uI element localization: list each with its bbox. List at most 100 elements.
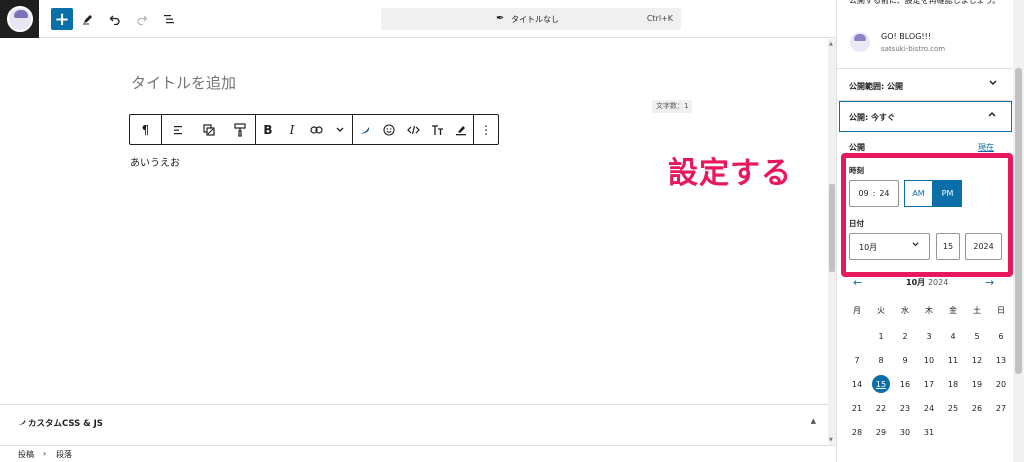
month-select[interactable]: 10月 [849, 233, 930, 260]
block-options-icon[interactable]: ⋮ [474, 115, 498, 144]
editor-scrollbar[interactable]: ▲ ▼ [828, 39, 836, 445]
weekday-header: 土 [973, 305, 981, 315]
calendar-day[interactable]: 21 [845, 396, 869, 420]
text-size-icon[interactable] [425, 115, 449, 144]
swell-format-icon[interactable] [353, 115, 377, 144]
time-input[interactable]: 09 : 24 [849, 180, 899, 207]
weekday-header: 日 [997, 305, 1005, 315]
document-overview-icon[interactable] [158, 8, 180, 30]
publish-date-panel-toggle[interactable]: 公開: 今すぐ [839, 101, 1012, 132]
weekday-header: 金 [949, 305, 957, 315]
visibility-panel-toggle[interactable]: 公開範囲: 公開 [837, 68, 1013, 101]
calendar-day-selected[interactable]: 15 [869, 372, 893, 396]
add-block-button[interactable]: + [51, 8, 73, 30]
breadcrumb-post[interactable]: 投稿 [18, 449, 34, 460]
next-month-arrow-icon[interactable]: → [985, 276, 994, 289]
day-input[interactable]: 15 [936, 233, 960, 260]
sidebar-scrollbar-thumb[interactable] [1015, 68, 1022, 374]
author-site: satsuki-bistro.com [881, 45, 946, 53]
calendar-day[interactable]: 6 [989, 324, 1013, 348]
calendar-day[interactable]: 30 [893, 420, 917, 444]
block-toolbar: ¶ B I ⋮ [129, 114, 499, 145]
metabox-toggle-icon[interactable]: ▲ [811, 417, 816, 425]
prepublish-notice: 公開する前に、設定を再確認しましょう。 [849, 0, 1001, 5]
chevron-up-icon [987, 110, 997, 121]
bold-button[interactable]: B [256, 115, 280, 144]
calendar-day[interactable]: 14 [845, 372, 869, 396]
pm-button[interactable]: PM [933, 180, 962, 207]
calendar-day[interactable]: 17 [917, 372, 941, 396]
paragraph-block[interactable]: あいうえお [130, 154, 180, 169]
style-copy-icon[interactable] [193, 115, 224, 144]
publish-sidebar: 公開する前に、設定を再確認しましょう。 GO! BLOG!!! satsuki-… [836, 0, 1013, 462]
previous-month-arrow-icon[interactable]: ← [853, 276, 862, 289]
calendar-grid: 月火水木金土日 1 2 3 4 5 6 7 8 9 10 11 12 13 14 15 16 17 18 19 20 21… [845, 300, 1013, 444]
paint-roller-icon[interactable] [224, 115, 255, 144]
scroll-up-icon[interactable]: ▲ [829, 41, 833, 47]
month-value: 10月 [859, 243, 878, 252]
calendar-day[interactable]: 9 [893, 348, 917, 372]
site-logo-button[interactable] [0, 0, 39, 38]
calendar-day[interactable]: 2 [893, 324, 917, 348]
author-avatar [850, 32, 870, 52]
calendar-day[interactable]: 11 [941, 348, 965, 372]
tools-pen-icon[interactable] [77, 8, 99, 30]
calendar-day[interactable]: 13 [989, 348, 1013, 372]
scroll-down-icon[interactable]: ▼ [829, 437, 833, 443]
time-label: 時刻 [849, 166, 864, 175]
breadcrumb-paragraph[interactable]: 段落 [56, 449, 72, 460]
calendar-day[interactable]: 7 [845, 348, 869, 372]
calendar-day[interactable]: 25 [941, 396, 965, 420]
calendar-nav: ← 10月 2024 → [837, 274, 1013, 290]
command-palette-button[interactable]: ✒ タイトルなし Ctrl+K [381, 8, 681, 30]
calendar-day[interactable]: 10 [917, 348, 941, 372]
chevron-down-icon [988, 79, 998, 90]
calendar-day[interactable]: 4 [941, 324, 965, 348]
calendar-day[interactable]: 5 [965, 324, 989, 348]
highlight-marker-icon[interactable] [449, 115, 473, 144]
weekday-header: 火 [877, 305, 885, 315]
char-count-badge: 文字数：1 [652, 100, 693, 113]
calendar-day[interactable]: 23 [893, 396, 917, 420]
italic-button[interactable]: I [280, 115, 304, 144]
minute-input[interactable]: 24 [879, 189, 889, 198]
year-input[interactable]: 2024 [965, 233, 1002, 260]
hour-input[interactable]: 09 [858, 189, 868, 198]
link-icon[interactable] [304, 115, 328, 144]
paragraph-block-icon[interactable]: ¶ [130, 115, 161, 144]
editor-top-toolbar: + ✒ タイトルなし Ctrl+K [0, 0, 835, 38]
now-link[interactable]: 現在 [978, 142, 994, 153]
calendar-day[interactable]: 12 [965, 348, 989, 372]
calendar-day[interactable]: 18 [941, 372, 965, 396]
calendar-title: 10月 2024 [906, 278, 949, 287]
align-icon[interactable] [162, 115, 193, 144]
more-formats-chevron-icon[interactable] [328, 115, 352, 144]
calendar-day[interactable]: 16 [893, 372, 917, 396]
emoji-icon[interactable] [377, 115, 401, 144]
calendar-day[interactable]: 27 [989, 396, 1013, 420]
calendar-day[interactable]: 20 [989, 372, 1013, 396]
calendar-day[interactable]: 31 [917, 420, 941, 444]
breadcrumb-separator: › [43, 449, 47, 458]
am-button[interactable]: AM [904, 180, 933, 207]
undo-icon[interactable] [104, 8, 126, 30]
calendar-day[interactable]: 28 [845, 420, 869, 444]
weekday-header: 水 [901, 305, 909, 315]
calendar-day[interactable]: 29 [869, 420, 893, 444]
code-icon[interactable] [401, 115, 425, 144]
calendar-day[interactable]: 1 [869, 324, 893, 348]
command-shortcut: Ctrl+K [646, 14, 673, 23]
editor-scrollbar-thumb[interactable] [829, 184, 835, 272]
calendar-day[interactable]: 3 [917, 324, 941, 348]
visibility-label: 公開範囲: 公開 [849, 82, 903, 91]
calendar-day[interactable]: 22 [869, 396, 893, 420]
custom-css-js-metabox[interactable]: カスタムCSS & JS ▲ [0, 404, 828, 445]
post-title-input[interactable]: タイトルを追加 [131, 72, 236, 93]
calendar-day[interactable]: 24 [917, 396, 941, 420]
redo-icon[interactable] [131, 8, 153, 30]
calendar-day[interactable]: 8 [869, 348, 893, 372]
calendar-day[interactable]: 19 [965, 372, 989, 396]
calendar-day[interactable]: 26 [965, 396, 989, 420]
sidebar-scrollbar[interactable] [1013, 0, 1024, 462]
weekday-header: 月 [853, 305, 861, 315]
